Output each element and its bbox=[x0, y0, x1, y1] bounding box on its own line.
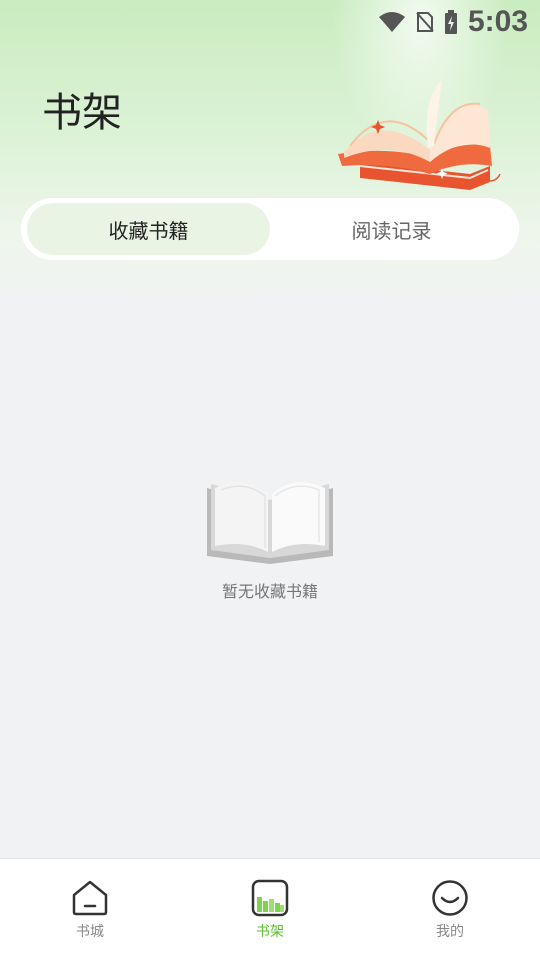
empty-state: 暂无收藏书籍 bbox=[0, 478, 540, 602]
profile-icon bbox=[432, 880, 468, 916]
wifi-icon bbox=[378, 12, 405, 32]
empty-message: 暂无收藏书籍 bbox=[221, 582, 318, 601]
no-sim-icon bbox=[416, 12, 434, 32]
nav-label: 书城 bbox=[76, 924, 104, 940]
tab-favorites[interactable]: 收藏书籍 bbox=[27, 203, 270, 255]
status-bar: 5:03 bbox=[0, 0, 540, 44]
open-book-illustration bbox=[338, 80, 501, 190]
bookshelf-icon bbox=[251, 879, 289, 917]
header-area: 5:03 书架 收藏书籍 阅读记录 bbox=[0, 0, 540, 296]
bottom-nav: 书城 书架 我的 bbox=[0, 858, 540, 960]
clock: 5:03 bbox=[467, 5, 528, 38]
shelf-tabs: 收藏书籍 阅读记录 bbox=[21, 198, 519, 260]
battery-charging-icon bbox=[444, 10, 457, 34]
nav-item-bookstore[interactable]: 书城 bbox=[0, 859, 180, 960]
empty-book-icon bbox=[207, 482, 333, 564]
nav-label: 书架 bbox=[256, 924, 284, 940]
nav-label: 我的 bbox=[436, 924, 464, 940]
nav-item-profile[interactable]: 我的 bbox=[360, 859, 540, 960]
nav-item-bookshelf[interactable]: 书架 bbox=[180, 859, 360, 960]
bookstore-icon bbox=[72, 880, 108, 916]
page-title: 书架 bbox=[42, 90, 122, 136]
status-icons: 5:03 bbox=[378, 4, 528, 40]
tab-reading-history[interactable]: 阅读记录 bbox=[270, 203, 513, 255]
